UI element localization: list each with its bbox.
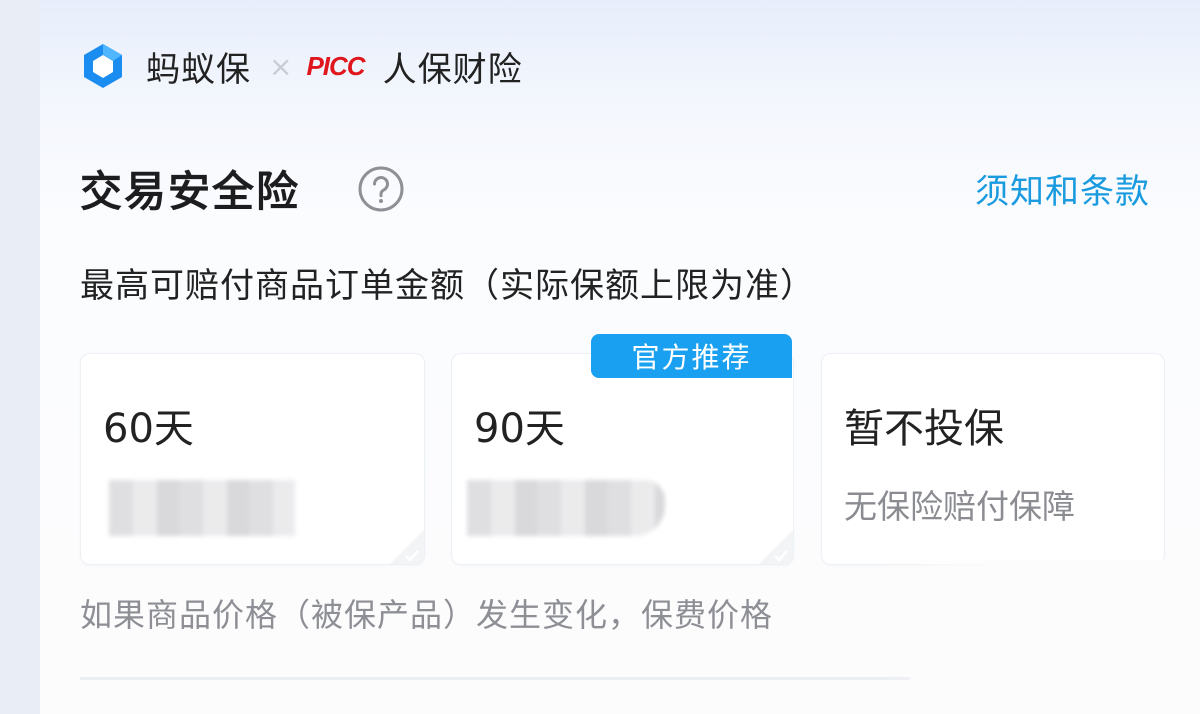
option-label: 60天 <box>103 406 194 452</box>
ant-insurance-logo-icon <box>84 44 122 88</box>
title-row: 交易安全险 须知和条款 <box>80 158 1150 218</box>
price-change-note: 如果商品价格（被保产品）发生变化，保费价格 <box>80 596 774 634</box>
coverage-subtitle: 最高可赔付商品订单金额（实际保额上限为准） <box>80 266 815 306</box>
picc-logo: PICC <box>306 50 365 81</box>
option-no-insurance[interactable]: 暂不投保 无保险赔付保障 <box>821 353 1165 565</box>
option-label: 暂不投保 <box>844 406 1004 452</box>
question-circle-icon[interactable] <box>358 166 404 212</box>
blurred-price <box>109 480 295 536</box>
times-separator: × <box>269 49 293 83</box>
recommended-badge: 官方推荐 <box>591 334 792 378</box>
option-60-days[interactable]: 60天 <box>80 353 425 565</box>
brand-header: 蚂蚁保 × PICC 人保财险 <box>78 40 523 92</box>
option-description: 无保险赔付保障 <box>844 487 1075 526</box>
insurance-title: 交易安全险 <box>80 167 301 216</box>
partner-name: 人保财险 <box>382 49 523 90</box>
blurred-price <box>467 480 665 536</box>
option-90-days[interactable]: 90天 <box>451 353 794 565</box>
terms-link[interactable]: 须知和条款 <box>975 164 1150 213</box>
brand-name: 蚂蚁保 <box>146 49 251 90</box>
option-label: 90天 <box>474 406 565 452</box>
fade-overlay <box>880 560 1200 714</box>
corner-check-icon <box>390 530 424 564</box>
corner-check-icon <box>759 530 793 564</box>
divider <box>80 677 910 680</box>
